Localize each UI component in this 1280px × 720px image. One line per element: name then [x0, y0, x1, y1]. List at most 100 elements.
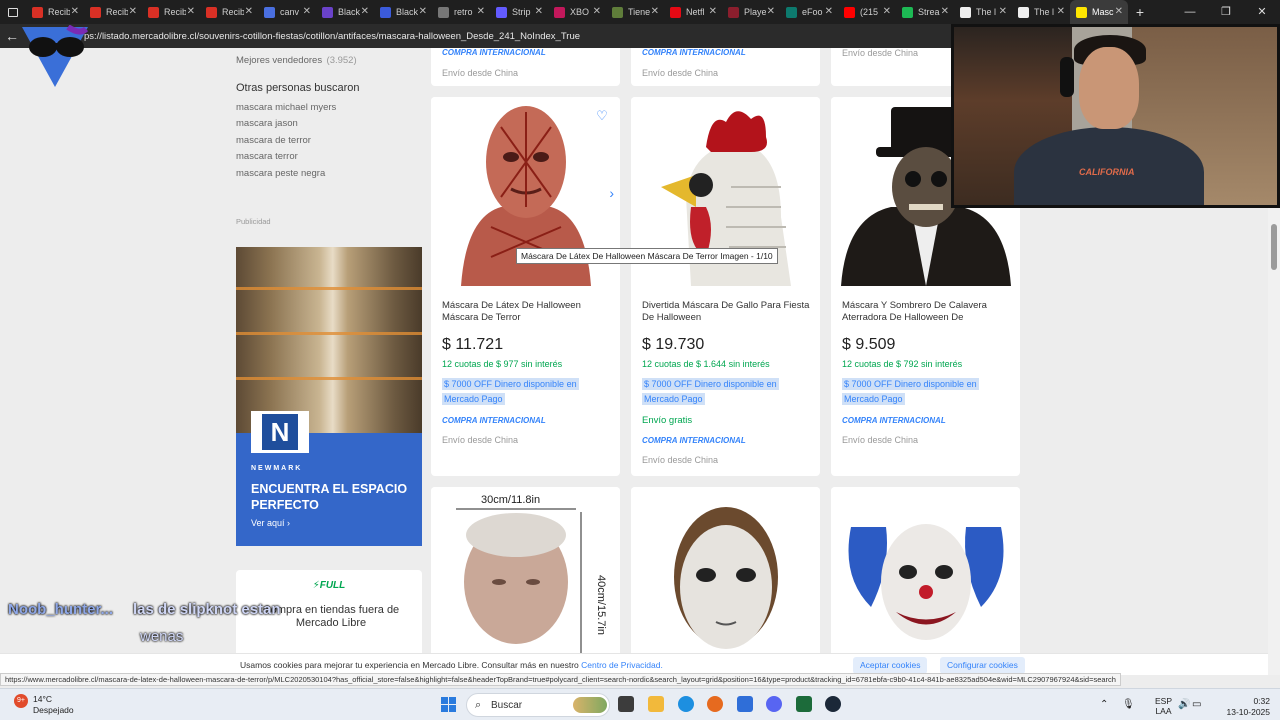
product-card[interactable]: COMPRA INTERNACIONAL Envío desde China	[431, 48, 620, 86]
chevron-up-icon[interactable]: ⌃	[1100, 699, 1108, 710]
product-image[interactable]	[831, 487, 1020, 675]
tab-label: Strip	[512, 7, 531, 17]
product-title[interactable]: Divertida Máscara De Gallo Para Fiesta D…	[642, 300, 810, 324]
related-search-link[interactable]: mascara peste negra	[236, 168, 325, 179]
intl-purchase-tag: COMPRA INTERNACIONAL	[842, 416, 946, 425]
browser-tab[interactable]: Netfl ✕	[664, 0, 722, 24]
discord-icon[interactable]	[766, 696, 782, 712]
close-tab-icon[interactable]: ✕	[477, 6, 485, 17]
url-field[interactable]: ps://listado.mercadolibre.cl/souvenirs-c…	[84, 31, 580, 42]
windows-start-icon[interactable]	[441, 697, 456, 712]
close-tab-icon[interactable]: ✕	[651, 6, 659, 17]
browser-tab[interactable]: eFoo ✕	[780, 0, 838, 24]
close-tab-icon[interactable]: ✕	[535, 6, 543, 17]
shirt-text: CALIFORNIA	[1079, 167, 1135, 177]
related-search-link[interactable]: mascara terror	[236, 151, 298, 162]
close-tab-icon[interactable]: ✕	[303, 6, 311, 17]
restore-icon[interactable]: ❐	[1208, 0, 1244, 24]
best-sellers-filter[interactable]: Mejores vendedores (3.952)	[236, 50, 357, 68]
close-tab-icon[interactable]: ✕	[245, 6, 253, 17]
close-tab-icon[interactable]: ✕	[1057, 6, 1065, 17]
browser-tab[interactable]: Black ✕	[374, 0, 432, 24]
close-tab-icon[interactable]: ✕	[129, 6, 137, 17]
firefox-icon[interactable]	[707, 696, 723, 712]
browser-tab[interactable]: Playe ✕	[722, 0, 780, 24]
promo-badge: $ 7000 OFF Dinero disponible en Mercado P…	[842, 378, 979, 405]
browser-tab[interactable]: Tiene ✕	[606, 0, 664, 24]
product-card[interactable]	[831, 487, 1020, 675]
microphone-icon[interactable]: 🎙	[1122, 699, 1135, 710]
close-tab-icon[interactable]: ✕	[883, 6, 891, 17]
store-icon[interactable]	[737, 696, 753, 712]
weather-widget[interactable]: 9+ 14°C Despejado	[14, 694, 74, 716]
steam-icon[interactable]	[825, 696, 841, 712]
next-image-arrow-icon[interactable]: ›	[609, 185, 614, 201]
browser-tab[interactable]: The l ✕	[954, 0, 1012, 24]
tab-label: Masc	[1092, 7, 1114, 17]
browser-tab[interactable]: XBO ✕	[548, 0, 606, 24]
accept-cookies-button[interactable]: Aceptar cookies	[853, 657, 928, 674]
browser-tab[interactable]: canv ✕	[258, 0, 316, 24]
product-card[interactable]: COMPRA INTERNACIONAL Envío desde China	[631, 48, 820, 86]
task-view-icon[interactable]	[618, 696, 634, 712]
close-window-icon[interactable]: ✕	[1244, 0, 1280, 24]
tab-favicon-icon	[786, 6, 797, 18]
edge-icon[interactable]	[678, 696, 694, 712]
tab-label: Strea	[918, 7, 940, 17]
browser-tab[interactable]: Masc ✕	[1070, 0, 1128, 24]
network-icon[interactable]: ▭	[1192, 699, 1201, 710]
product-image[interactable]: 30cm/11.8in 40cm/15.7in	[431, 487, 620, 675]
tab-actions-icon[interactable]	[0, 0, 26, 24]
close-tab-icon[interactable]: ✕	[593, 6, 601, 17]
newmark-ad-banner[interactable]: N NEWMARK ENCUENTRA EL ESPACIO PERFECTO …	[236, 247, 422, 546]
clock[interactable]: 0:32 13-10-2025	[1227, 696, 1270, 718]
close-tab-icon[interactable]: ✕	[361, 6, 369, 17]
close-tab-icon[interactable]: ✕	[767, 6, 775, 17]
browser-tab[interactable]: Recib ✕	[84, 0, 142, 24]
close-tab-icon[interactable]: ✕	[999, 6, 1007, 17]
browser-tab[interactable]: retro ✕	[432, 0, 490, 24]
browser-tab[interactable]: The l ✕	[1012, 0, 1070, 24]
file-explorer-icon[interactable]	[648, 696, 664, 712]
minimize-icon[interactable]: —	[1172, 0, 1208, 24]
close-tab-icon[interactable]: ✕	[1115, 6, 1123, 17]
configure-cookies-button[interactable]: Configurar cookies	[940, 657, 1025, 674]
product-card[interactable]: ♡ › Máscara De Látex De Halloween Máscar…	[431, 97, 620, 476]
browser-tab[interactable]: (215 ✕	[838, 0, 896, 24]
weather-badge-icon: 9+	[14, 694, 28, 708]
close-tab-icon[interactable]: ✕	[941, 6, 949, 17]
product-image[interactable]	[631, 487, 820, 675]
browser-tab[interactable]: Strip ✕	[490, 0, 548, 24]
close-tab-icon[interactable]: ✕	[187, 6, 195, 17]
tab-favicon-icon	[496, 6, 507, 18]
browser-tab[interactable]: Recib ✕	[26, 0, 84, 24]
privacy-center-link[interactable]: Centro de Privacidad.	[581, 660, 663, 670]
scrollbar-thumb[interactable]	[1271, 224, 1277, 270]
browser-tab[interactable]: Recib ✕	[200, 0, 258, 24]
related-search-link[interactable]: mascara jason	[236, 118, 298, 129]
browser-tab[interactable]: Strea ✕	[896, 0, 954, 24]
close-tab-icon[interactable]: ✕	[71, 6, 79, 17]
close-tab-icon[interactable]: ✕	[825, 6, 833, 17]
product-card[interactable]	[631, 487, 820, 675]
product-card[interactable]: Divertida Máscara De Gallo Para Fiesta D…	[631, 97, 820, 476]
close-tab-icon[interactable]: ✕	[419, 6, 427, 17]
browser-tab[interactable]: Recib ✕	[142, 0, 200, 24]
volume-icon[interactable]: 🔊	[1178, 699, 1190, 710]
new-tab-button[interactable]: +	[1128, 4, 1152, 20]
product-title[interactable]: Máscara Y Sombrero De Calavera Aterrador…	[842, 300, 1010, 324]
taskbar-search[interactable]: ⌕ Buscar	[466, 693, 610, 717]
ad-cta-link[interactable]: Ver aquí ›	[251, 518, 290, 528]
related-search-link[interactable]: mascara michael myers	[236, 102, 336, 113]
product-price: $ 11.721	[442, 336, 504, 353]
product-card[interactable]: 30cm/11.8in 40cm/15.7in	[431, 487, 620, 675]
related-search-link[interactable]: mascara de terror	[236, 135, 311, 146]
browser-tab[interactable]: Black ✕	[316, 0, 374, 24]
temperature: 14°C	[33, 694, 52, 704]
product-title[interactable]: Máscara De Látex De Halloween Máscara De…	[442, 300, 610, 324]
language-indicator[interactable]: ESP LAA	[1155, 696, 1172, 716]
favorite-heart-icon[interactable]: ♡	[595, 109, 609, 123]
close-tab-icon[interactable]: ✕	[709, 6, 717, 17]
app-icon[interactable]	[796, 696, 812, 712]
headphones-icon	[1060, 57, 1074, 97]
